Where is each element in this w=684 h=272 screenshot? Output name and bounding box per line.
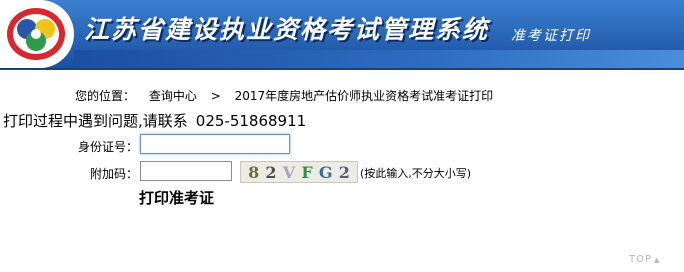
logo-plate — [0, 0, 74, 68]
header-divider — [0, 68, 684, 70]
back-to-top-link[interactable]: TOP ▲ — [629, 254, 660, 265]
breadcrumb: 您的位置： 查询中心 > 2017年度房地产估价师执业资格考试准考证打印 — [75, 87, 503, 104]
breadcrumb-home-link[interactable]: 查询中心 — [149, 89, 197, 103]
contact-text: 打印过程中遇到问题,请联系 — [3, 112, 188, 130]
contact-phone: 025-51868911 — [195, 112, 307, 130]
up-arrow-icon: ▲ — [654, 256, 661, 264]
back-to-top-label: TOP — [629, 254, 653, 265]
captcha-char: 2 — [265, 162, 277, 182]
jiangsu-construction-emblem-icon — [7, 8, 65, 60]
captcha-image[interactable]: 82VFG2 — [240, 161, 358, 183]
captcha-char: 2 — [338, 162, 350, 182]
breadcrumb-separator: > — [210, 89, 221, 103]
captcha-char: 8 — [248, 162, 260, 182]
header-band — [74, 50, 684, 68]
captcha-char: V — [282, 162, 296, 182]
breadcrumb-current: 2017年度房地产估价师执业资格考试准考证打印 — [234, 89, 494, 103]
captcha-char: F — [301, 162, 313, 182]
id-number-input[interactable] — [140, 134, 290, 154]
print-admission-ticket-button[interactable]: 打印准考证 — [139, 187, 214, 208]
breadcrumb-prefix: 您的位置： — [75, 89, 136, 103]
captcha-hint: (按此输入,不分大小写) — [360, 167, 472, 180]
verification-code-input[interactable] — [140, 161, 232, 181]
system-title: 江苏省建设执业资格考试管理系统 — [84, 15, 490, 44]
id-number-label: 身份证号： — [77, 140, 138, 154]
captcha-char: G — [318, 162, 333, 182]
verification-code-label: 附加码： — [89, 167, 138, 181]
header-banner: 江苏省建设执业资格考试管理系统 准考证打印 — [0, 0, 684, 68]
page-subtitle: 准考证打印 — [511, 28, 591, 44]
contact-notice: 打印过程中遇到问题,请联系 025-51868911 — [3, 110, 306, 131]
